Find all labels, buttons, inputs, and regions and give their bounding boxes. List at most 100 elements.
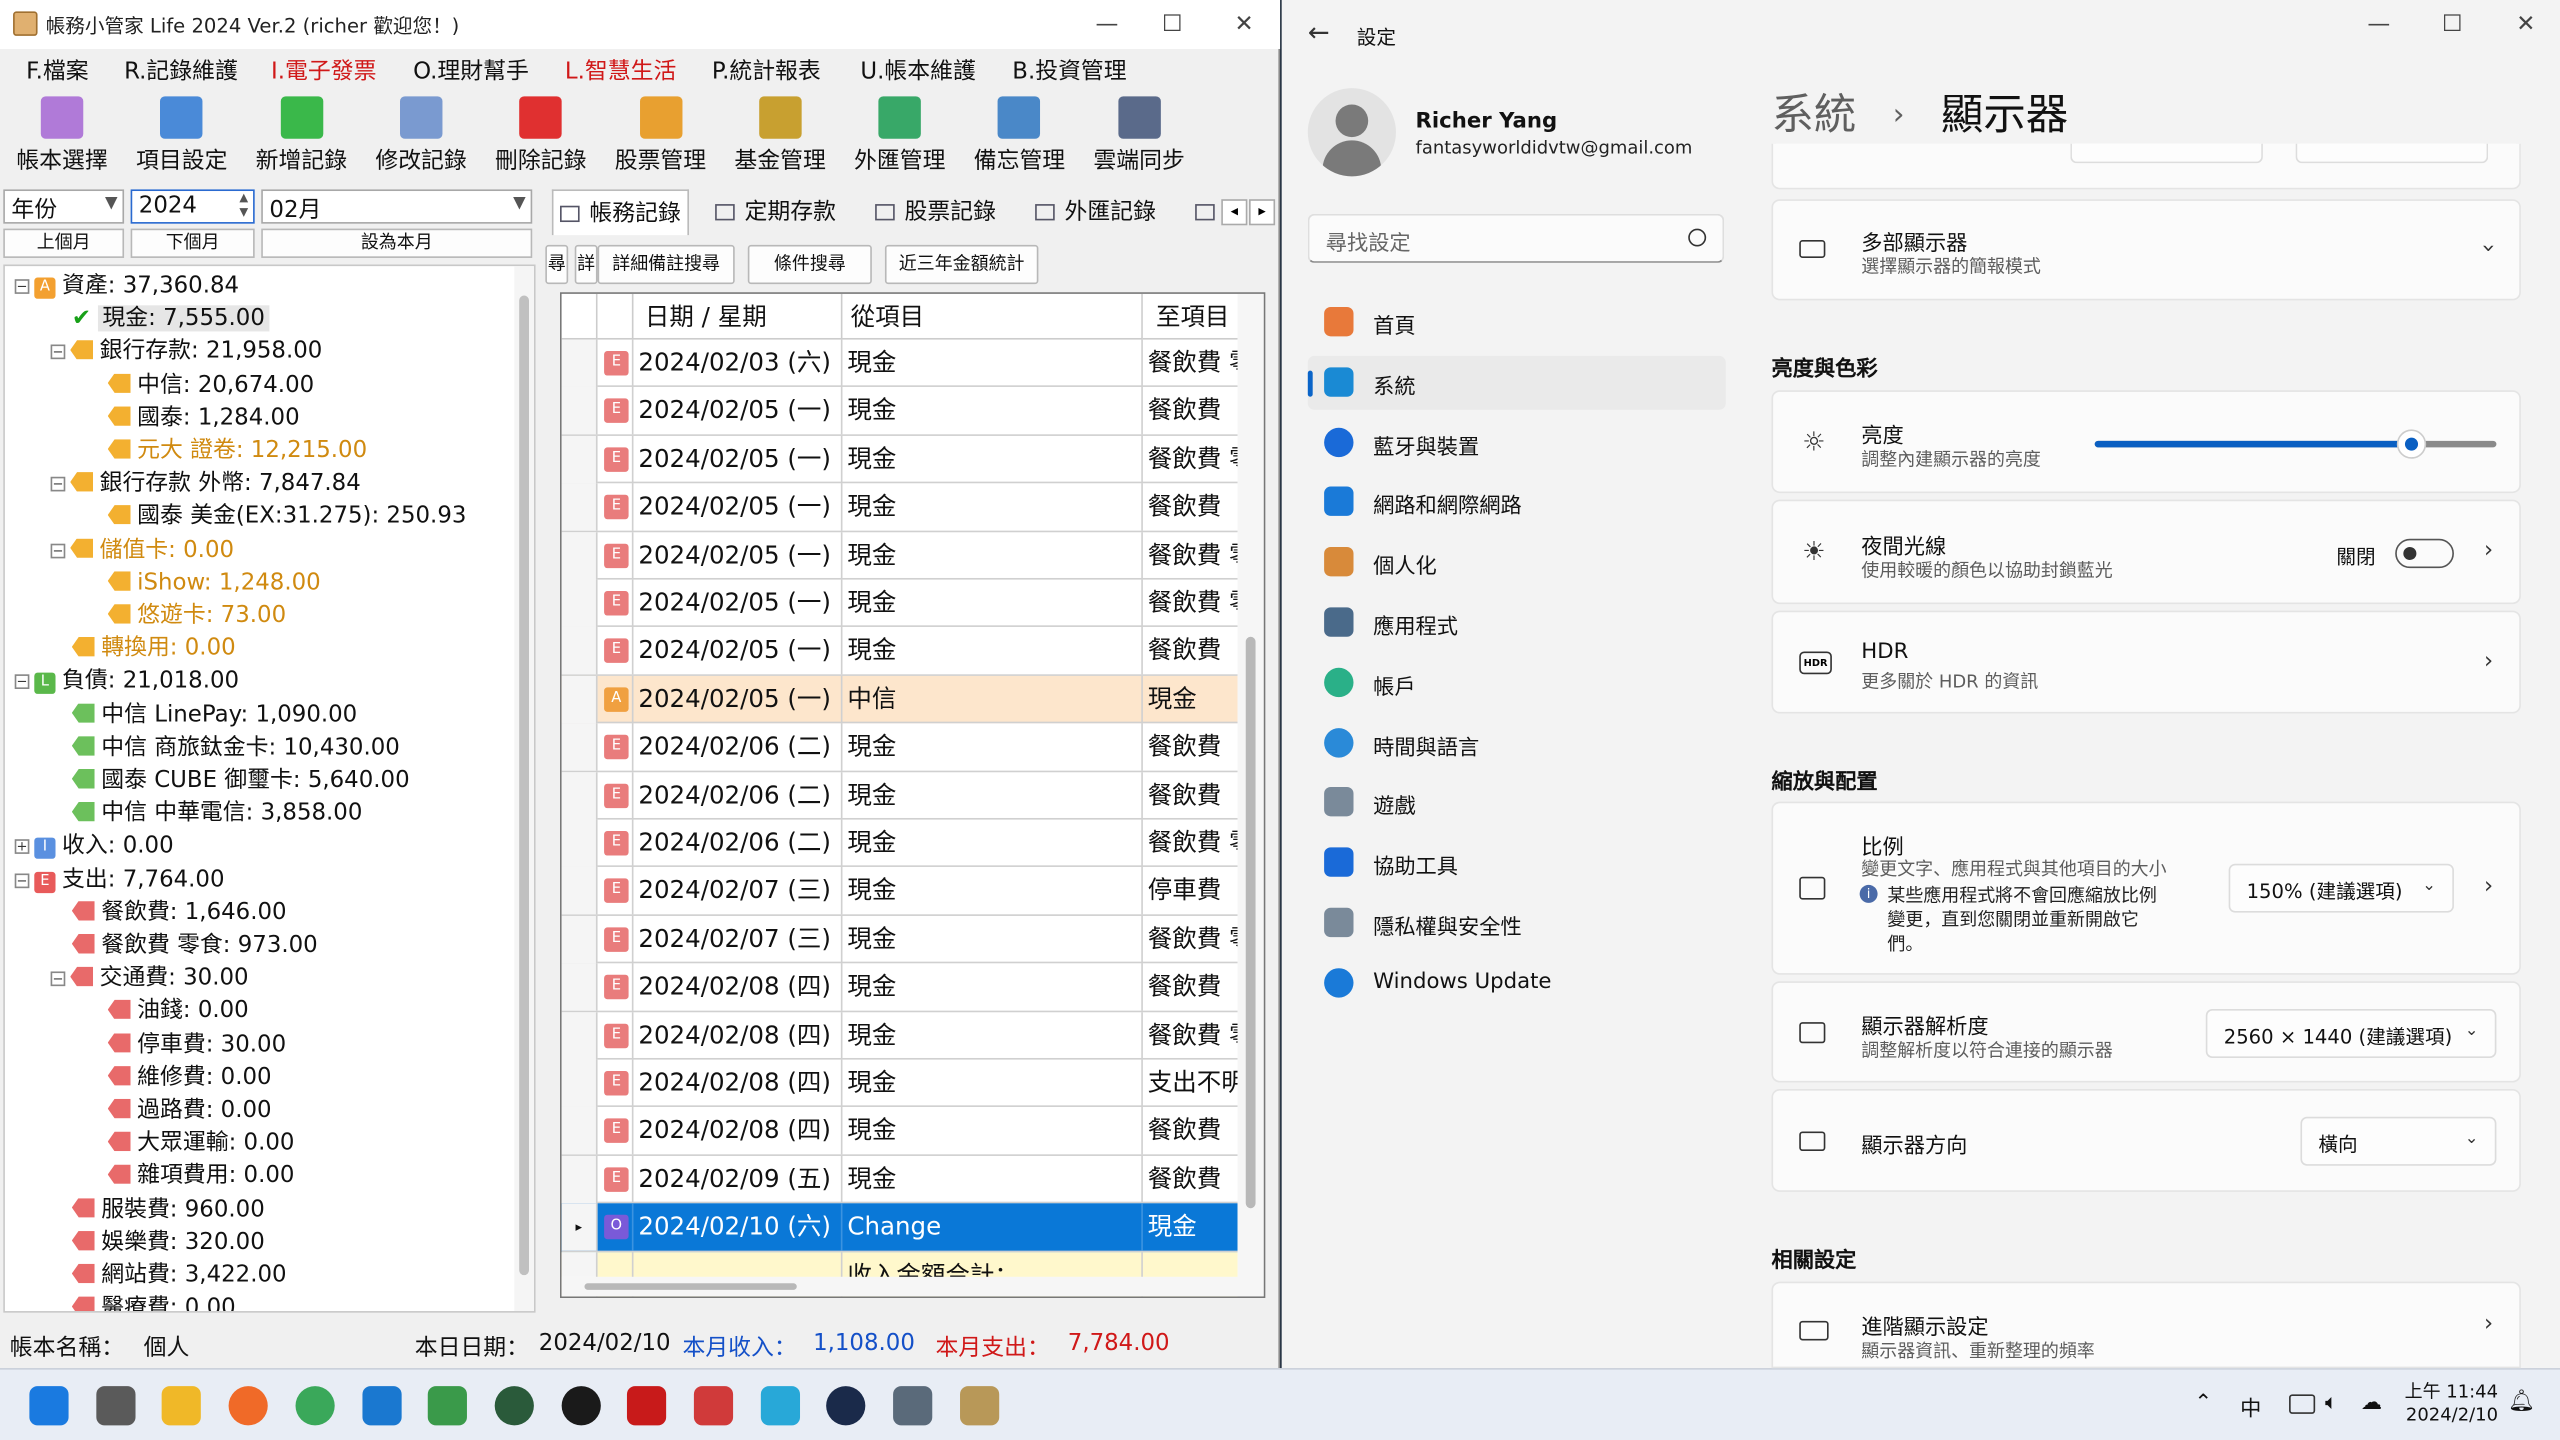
nav-item-5[interactable]: 應用程式 bbox=[1308, 596, 1726, 650]
app-close-button[interactable]: ✕ bbox=[1208, 0, 1280, 49]
grid-horizontal-scrollbar[interactable] bbox=[561, 1276, 1238, 1297]
firefox-icon[interactable] bbox=[228, 1386, 268, 1426]
chevron-right-icon[interactable]: › bbox=[2484, 1310, 2493, 1336]
tree-node[interactable]: 國泰 美金(EX:31.275): 250.93 bbox=[87, 500, 466, 533]
tree-node[interactable]: 娛樂費: 320.00 bbox=[51, 1226, 265, 1259]
tree-node[interactable]: 中信: 20,674.00 bbox=[87, 368, 314, 401]
ime-indicator[interactable]: 中 bbox=[2240, 1391, 2261, 1422]
menu-file[interactable]: F.檔案 bbox=[26, 54, 88, 87]
next-month-button[interactable]: 下個月 bbox=[130, 228, 255, 258]
brightness-slider-knob[interactable] bbox=[2397, 429, 2427, 459]
brightness-slider[interactable] bbox=[2094, 429, 2497, 459]
nav-item-10[interactable]: 隱私權與安全性 bbox=[1308, 896, 1726, 950]
notification-bell-icon[interactable]: 🔔︎ bbox=[2508, 1389, 2535, 1413]
tree-node[interactable]: 大眾運輸: 0.00 bbox=[87, 1127, 294, 1160]
app-minimize-button[interactable]: — bbox=[1071, 0, 1143, 49]
settings-close-button[interactable]: ✕ bbox=[2490, 0, 2560, 49]
toolbar-button-4[interactable]: 刪除記錄 bbox=[484, 96, 598, 181]
partial-button[interactable] bbox=[2070, 143, 2263, 164]
table-row[interactable]: E 2024/02/05 (一) 現金 餐飲費 bbox=[561, 483, 1238, 532]
menu-smart-life[interactable]: L.智慧生活 bbox=[565, 54, 676, 87]
records-grid[interactable]: 日期 / 星期 從項目 至項目 E2024/02/03 (六)現金餐飲費 零E2… bbox=[560, 292, 1266, 1298]
chevron-down-icon[interactable]: › bbox=[2475, 244, 2501, 253]
table-row[interactable]: E2024/02/07 (三)現金餐飲費 零 bbox=[561, 915, 1238, 964]
tree-node[interactable]: 餐飲費: 1,646.00 bbox=[51, 896, 287, 929]
row-selector[interactable]: ▸ bbox=[561, 1203, 598, 1251]
row-selector[interactable] bbox=[561, 435, 598, 483]
tray-overflow-chevron-icon[interactable]: ⌃ bbox=[2194, 1391, 2212, 1415]
nav-item-2[interactable]: 藍牙與裝置 bbox=[1308, 416, 1726, 470]
tree-node[interactable]: − 銀行存款 外幣: 7,847.84 bbox=[50, 467, 361, 500]
tab-account-records[interactable]: 帳務記錄 bbox=[551, 189, 689, 236]
tree-scrollbar[interactable] bbox=[514, 266, 534, 1312]
year-spinner[interactable]: 2024 ▲ ▼ bbox=[130, 189, 255, 224]
nav-item-1[interactable]: 系統 bbox=[1307, 355, 1726, 410]
tree-node[interactable]: − 交通費: 30.00 bbox=[50, 962, 249, 995]
tree-expander-icon[interactable]: − bbox=[14, 279, 30, 294]
table-row[interactable]: E2024/02/06 (二)現金餐飲費 零 bbox=[561, 819, 1238, 868]
nav-item-3[interactable]: 網路和網際網路 bbox=[1308, 476, 1726, 530]
table-row[interactable]: E 2024/02/07 (三) 現金 停車費 bbox=[561, 867, 1238, 916]
tree-node[interactable]: 國泰: 1,284.00 bbox=[87, 401, 300, 434]
table-row[interactable]: E 2024/02/05 (一) 現金 餐飲費 bbox=[561, 387, 1238, 436]
network-icon[interactable] bbox=[2289, 1394, 2316, 1414]
tab-more[interactable] bbox=[1195, 189, 1224, 235]
tree-node[interactable]: 悠遊卡: 73.00 bbox=[87, 599, 286, 632]
this-month-button[interactable]: 設為本月 bbox=[261, 228, 533, 258]
tree-node[interactable]: 雜項費用: 0.00 bbox=[87, 1160, 294, 1193]
tree-node[interactable]: 停車費: 30.00 bbox=[87, 1028, 286, 1061]
github-icon[interactable] bbox=[560, 1386, 601, 1426]
tree-node[interactable]: 過路費: 0.00 bbox=[87, 1094, 272, 1127]
table-row[interactable]: E 2024/02/05 (一) 現金 餐飲費 bbox=[561, 627, 1238, 676]
filezilla-icon[interactable] bbox=[627, 1386, 667, 1426]
tree-node[interactable]: 網站費: 3,422.00 bbox=[51, 1259, 287, 1292]
row-selector[interactable] bbox=[561, 771, 598, 819]
tree-node[interactable]: 維修費: 0.00 bbox=[87, 1061, 272, 1094]
tree-scrollbar-thumb[interactable] bbox=[519, 295, 529, 1276]
grid-scrollbar-thumb[interactable] bbox=[1245, 636, 1256, 1209]
breadcrumb-parent[interactable]: 系統 bbox=[1771, 91, 1856, 140]
table-row[interactable]: E 2024/02/06 (二) 現金 餐飲費 bbox=[561, 723, 1238, 772]
tree-node[interactable]: − E 支出: 7,764.00 bbox=[14, 863, 225, 896]
account-tree[interactable]: − A 資產: 37,360.84 ✔ 現金: 7,555.00− 銀行存款: 21,95… bbox=[3, 264, 536, 1313]
table-row[interactable]: E2024/02/08 (四)現金餐飲費 零 bbox=[561, 1011, 1238, 1060]
orientation-dropdown[interactable]: 橫向 ⌄ bbox=[2300, 1116, 2497, 1166]
three-year-stats-button[interactable]: 近三年金額統計 bbox=[884, 244, 1039, 285]
grid-hscrollbar-thumb[interactable] bbox=[584, 1283, 797, 1290]
toolbar-button-0[interactable]: 帳本選擇 bbox=[5, 96, 119, 181]
sheets-icon[interactable] bbox=[428, 1386, 468, 1426]
row-selector[interactable] bbox=[561, 963, 598, 1011]
vscode-icon[interactable] bbox=[361, 1386, 401, 1426]
period-type-select[interactable]: 年份 ▼ bbox=[3, 189, 125, 224]
menu-e-invoice[interactable]: I.電子發票 bbox=[271, 54, 376, 87]
grid-header-from[interactable]: 從項目 bbox=[842, 293, 1143, 340]
k-app-icon[interactable] bbox=[760, 1386, 800, 1426]
tab-stock-records[interactable]: 股票記錄 bbox=[875, 189, 996, 235]
tree-expander-icon[interactable]: − bbox=[50, 971, 66, 987]
menu-ledger-maintenance[interactable]: U.帳本維護 bbox=[860, 54, 975, 87]
tree-node[interactable]: ✔ 現金: 7,555.00 bbox=[51, 302, 270, 335]
tree-node[interactable]: − L 負債: 21,018.00 bbox=[14, 665, 239, 698]
table-row[interactable]: E 2024/02/08 (四) 現金 餐飲費 bbox=[561, 1107, 1238, 1156]
nav-item-9[interactable]: 協助工具 bbox=[1308, 836, 1726, 890]
tree-expander-icon[interactable]: − bbox=[50, 345, 66, 360]
nav-item-6[interactable]: 帳戶 bbox=[1308, 656, 1726, 710]
toolbar-button-6[interactable]: 基金管理 bbox=[723, 96, 837, 181]
spinner-arrows-icon[interactable]: ▲ ▼ bbox=[239, 191, 248, 220]
toolbar-button-5[interactable]: 股票管理 bbox=[603, 96, 717, 181]
git-icon[interactable] bbox=[693, 1386, 734, 1426]
tree-node[interactable]: − 儲值卡: 0.00 bbox=[50, 533, 234, 566]
battery-icon[interactable]: ☁︎ bbox=[2361, 1391, 2382, 1415]
tree-node[interactable]: − 銀行存款: 21,958.00 bbox=[50, 335, 322, 368]
toolbar-button-7[interactable]: 外匯管理 bbox=[843, 96, 957, 181]
grid-header-date[interactable]: 日期 / 星期 bbox=[633, 293, 843, 340]
row-selector[interactable] bbox=[561, 627, 598, 675]
nav-item-8[interactable]: 遊戲 bbox=[1308, 776, 1726, 830]
toolbar-button-9[interactable]: 雲端同步 bbox=[1082, 96, 1196, 181]
tree-node[interactable]: 元大 證卷: 12,215.00 bbox=[87, 434, 367, 467]
nav-item-0[interactable]: 首頁 bbox=[1308, 296, 1726, 350]
table-row[interactable]: E 2024/02/09 (五) 現金 餐飲費 bbox=[561, 1155, 1238, 1204]
app-maximize-button[interactable]: ☐ bbox=[1136, 0, 1208, 49]
tree-expander-icon[interactable]: + bbox=[14, 839, 30, 855]
table-row[interactable]: E2024/02/05 (一)現金餐飲費 零 bbox=[561, 435, 1238, 484]
